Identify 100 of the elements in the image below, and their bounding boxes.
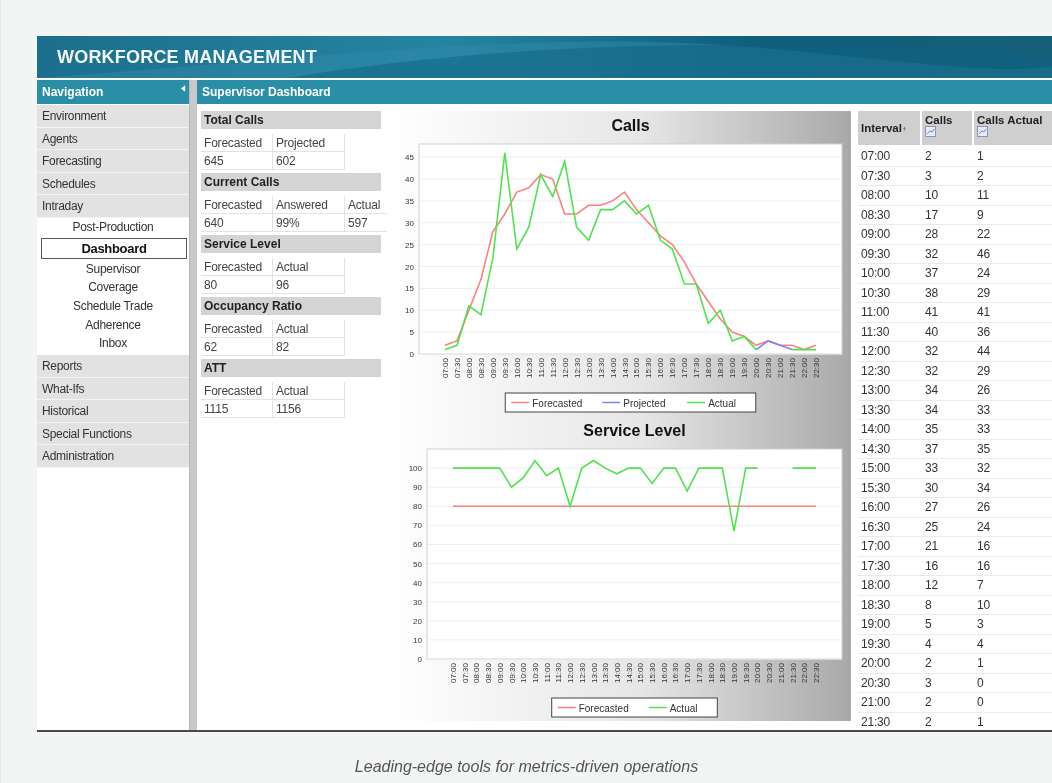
table-cell-text: 34 — [924, 382, 939, 399]
table-cell-text: 40 — [924, 323, 939, 341]
table-cell-text: 13:30 — [860, 401, 892, 419]
table-cell-text: 5 — [924, 616, 933, 633]
nav-item[interactable]: Environment — [37, 105, 189, 128]
axis-tick-label: 20 — [413, 616, 422, 626]
axis-tick-label: 60 — [413, 540, 422, 550]
nav-subitem[interactable]: Supervisor — [37, 259, 189, 279]
chart-icon[interactable] — [977, 126, 988, 137]
table-cell-text: 0 — [976, 694, 985, 711]
axis-tick-label: 10 — [405, 306, 414, 316]
axis-tick-label: 09:00 — [488, 358, 498, 379]
table-cell-text: 16 — [976, 538, 991, 555]
table-cell-text: 10:00 — [860, 265, 892, 282]
table-cell-text: 19:00 — [860, 616, 892, 633]
table-cell: Forecasted — [201, 320, 273, 338]
nav-item[interactable]: Historical — [37, 400, 189, 423]
nav-item[interactable]: Reports — [37, 355, 189, 378]
column-title: Interval — [861, 122, 902, 134]
nav-subitem[interactable]: Coverage — [37, 278, 189, 298]
axis-tick-label: 15:00 — [632, 358, 642, 379]
nav-subitem[interactable]: Adherence — [37, 315, 189, 335]
column-header[interactable]: Calls Actual — [974, 111, 1052, 145]
table-cell-text: 1 — [976, 148, 985, 165]
axis-tick-label: 19:30 — [741, 663, 751, 684]
legend-label: Actual — [669, 702, 698, 714]
nav-subitem[interactable]: Dashboard — [41, 237, 187, 259]
table-cell-text: 10:30 — [860, 284, 892, 302]
axis-tick-label: 100 — [408, 464, 422, 474]
axis-tick-label: 16:30 — [668, 358, 678, 379]
legend-label: Actual — [708, 397, 736, 409]
table-cell-text: 26 — [976, 382, 991, 399]
axis-tick-label: 13:30 — [596, 358, 606, 379]
section-header: Total Calls — [201, 111, 381, 129]
axis-tick-label: 10:00 — [519, 663, 529, 684]
nav-subitem[interactable]: Schedule Trade — [37, 297, 189, 316]
nav-item[interactable]: Intraday — [37, 195, 189, 218]
axis-tick-label: 17:00 — [680, 358, 690, 379]
nav-item[interactable]: Schedules — [37, 172, 189, 196]
axis-tick-label: 21:30 — [788, 663, 798, 684]
nav-subitem[interactable]: Inbox — [37, 334, 189, 354]
axis-tick-label: 12:30 — [572, 358, 582, 379]
table-cell: Forecasted — [201, 134, 273, 152]
table-cell-text: 3 — [976, 616, 985, 633]
axis-tick-label: 14:00 — [612, 663, 622, 684]
nav-item[interactable]: What-Ifs — [37, 377, 189, 401]
axis-tick-label: 10:30 — [524, 358, 534, 379]
chart-icon[interactable] — [925, 126, 936, 137]
axis-tick-label: 30 — [413, 597, 422, 607]
table-cell-text: 16:30 — [860, 518, 892, 536]
table-cell-text: 4 — [976, 635, 985, 653]
table-cell-text: 29 — [976, 284, 991, 302]
axis-tick-label: 14:00 — [608, 358, 618, 379]
nav-subitem[interactable]: Post-Production — [37, 217, 189, 237]
table-cell-text: 33 — [976, 421, 991, 438]
table-cell-text: 11:00 — [860, 304, 891, 321]
table-cell-text: 2 — [924, 148, 933, 165]
panel-title: Supervisor Dashboard — [202, 85, 331, 99]
table-cell-text: 4 — [924, 635, 933, 653]
table-cell-text: 32 — [976, 460, 991, 477]
axis-tick-label: 16:30 — [671, 663, 681, 684]
axis-tick-label: 40 — [405, 175, 414, 184]
nav-item[interactable]: Forecasting — [37, 150, 189, 173]
axis-tick-label: 30 — [405, 218, 414, 228]
legend-label: Forecasted — [578, 702, 629, 714]
table-cell-text: 12:00 — [860, 343, 892, 360]
axis-tick-label: 21:00 — [776, 358, 786, 379]
axis-tick-label: 12:30 — [577, 663, 587, 684]
column-header[interactable]: Calls — [922, 111, 972, 145]
axis-tick-label: 0 — [417, 655, 422, 664]
axis-tick-label: 19:00 — [730, 663, 740, 684]
table-cell: 1115 — [201, 400, 273, 418]
nav-item[interactable]: Agents — [37, 127, 189, 151]
axis-tick-label: 22:30 — [812, 663, 821, 684]
axis-tick-label: 18:30 — [716, 358, 726, 379]
axis-tick-label: 45 — [405, 153, 414, 163]
table-cell-text: 11 — [976, 187, 991, 204]
legend-label: Projected — [623, 397, 666, 409]
axis-tick-label: 17:30 — [692, 358, 702, 379]
axis-tick-label: 22:00 — [800, 358, 810, 379]
table-cell-text: 17:30 — [860, 557, 892, 575]
axis-tick-label: 11:00 — [536, 358, 546, 378]
table-cell-text: 32 — [924, 362, 939, 380]
section-header: Occupancy Ratio — [201, 297, 381, 315]
table-cell-text: 28 — [924, 226, 939, 243]
table-cell: Forecasted — [201, 258, 273, 276]
nav-item[interactable]: Special Functions — [37, 422, 189, 446]
column-header[interactable]: Interval — [858, 111, 920, 145]
axis-tick-label: 40 — [413, 578, 422, 588]
table-cell: 602 — [273, 152, 345, 170]
column-title: Calls Actual — [977, 114, 1043, 126]
axis-tick-label: 17:00 — [683, 663, 693, 684]
table-cell-text: 15:30 — [860, 479, 892, 497]
collapse-icon[interactable] — [181, 85, 186, 92]
axis-tick-label: 20:30 — [764, 358, 774, 379]
axis-tick-label: 22:00 — [800, 663, 810, 684]
nav-item[interactable]: Administration — [37, 445, 189, 469]
table-cell-text: 07:00 — [860, 148, 892, 165]
app-title: WORKFORCE MANAGEMENT — [57, 46, 317, 68]
axis-tick-label: 20:00 — [753, 663, 763, 684]
